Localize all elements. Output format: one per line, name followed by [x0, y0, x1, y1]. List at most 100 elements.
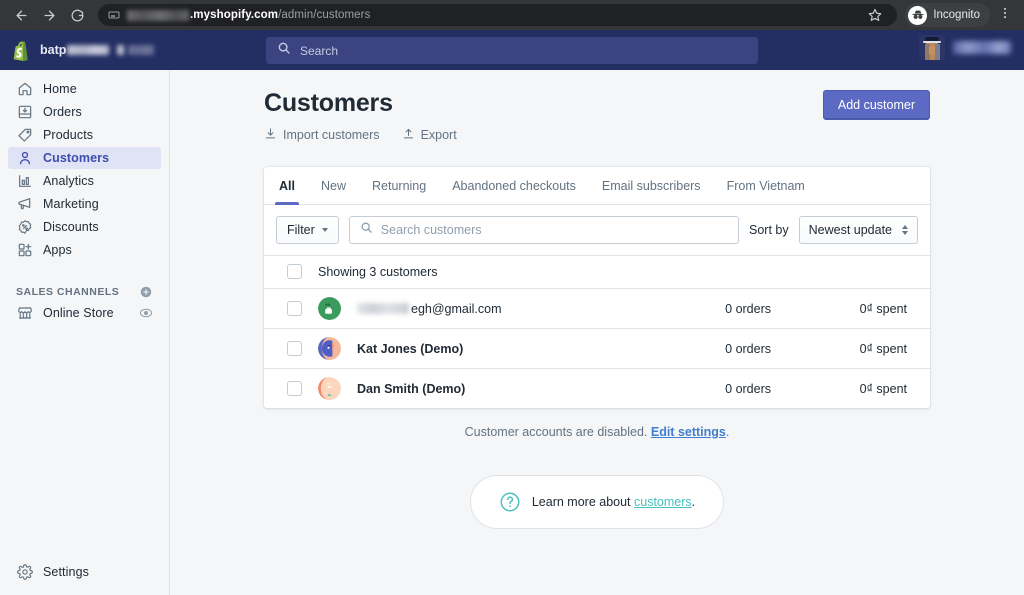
incognito-label: Incognito	[933, 9, 980, 21]
learn-more-prefix: Learn more about	[531, 495, 634, 509]
store-name-text: batp	[40, 43, 67, 57]
store-brand[interactable]: batp	[0, 30, 170, 70]
sidebar-item-online-store[interactable]: Online Store	[8, 302, 161, 324]
sidebar-item-label: Customers	[43, 151, 110, 165]
sidebar-item-label: Settings	[43, 565, 89, 579]
chevron-down-icon	[321, 228, 328, 232]
sidebar-item-label: Online Store	[43, 306, 114, 320]
sidebar-item-analytics[interactable]: Analytics	[8, 170, 161, 192]
question-circle-icon	[499, 491, 521, 513]
customer-accounts-note: Customer accounts are disabled. Edit set…	[264, 425, 930, 439]
page-header-left: Customers Import customers Export	[264, 88, 457, 143]
sidebar-item-orders[interactable]: Orders	[8, 101, 161, 123]
back-button[interactable]	[8, 2, 34, 28]
row-checkbox[interactable]	[287, 301, 302, 316]
search-customers-field[interactable]	[348, 216, 739, 244]
user-menu[interactable]	[919, 35, 1011, 60]
import-customers-button[interactable]: Import customers	[264, 127, 380, 143]
main-content: Customers Import customers Export Add cu…	[170, 70, 1024, 595]
sidebar-item-discounts[interactable]: Discounts	[8, 216, 161, 238]
sort-select[interactable]: Newest update	[798, 216, 918, 244]
sort-updown-icon	[902, 225, 908, 235]
page-secondary-actions: Import customers Export	[264, 127, 457, 143]
filter-button[interactable]: Filter	[276, 216, 339, 244]
discounts-percent-icon	[16, 219, 33, 236]
sales-channels-header: SALES CHANNELS	[8, 282, 161, 302]
edit-settings-link[interactable]: Edit settings	[651, 425, 726, 439]
global-search-input[interactable]: Search	[266, 37, 758, 64]
customer-name: Kat Jones (Demo)	[357, 341, 464, 356]
incognito-indicator[interactable]: Incognito	[905, 3, 990, 27]
customer-name: Dan Smith (Demo)	[357, 381, 466, 396]
learn-more-wrapper: Learn more about customers.	[264, 475, 930, 529]
store-name-redaction	[67, 45, 110, 55]
customer-name: egh@gmail.com	[357, 302, 643, 316]
row-checkbox[interactable]	[287, 381, 302, 396]
sidebar-item-marketing[interactable]: Marketing	[8, 193, 161, 215]
learn-more-suffix: .	[691, 495, 696, 509]
global-search-placeholder: Search	[300, 43, 339, 58]
url-domain: .myshopify.com	[190, 9, 279, 21]
kebab-menu-icon	[998, 6, 1012, 25]
sidebar-item-apps[interactable]: Apps	[8, 239, 161, 261]
incognito-icon	[908, 5, 928, 25]
customer-orders: 0 orders	[725, 301, 771, 316]
tab-new[interactable]: New	[308, 167, 359, 204]
browser-menu-button[interactable]	[994, 2, 1016, 28]
customer-orders: 0 orders	[725, 341, 771, 356]
home-icon	[16, 81, 33, 98]
customer-spent: 0₫ spent	[859, 301, 907, 316]
customer-name-text: egh@gmail.com	[411, 301, 502, 316]
sidebar-item-customers[interactable]: Customers	[8, 147, 161, 169]
eye-icon[interactable]	[139, 306, 153, 320]
customer-accounts-note-text: Customer accounts are disabled.	[464, 425, 648, 439]
add-customer-button[interactable]: Add customer	[822, 90, 930, 120]
table-row[interactable]: Dan Smith (Demo) 0 orders 0₫ spent	[264, 368, 930, 408]
customer-email-redaction	[357, 303, 409, 314]
bookmark-star-icon[interactable]	[863, 4, 887, 26]
tab-abandoned-checkouts[interactable]: Abandoned checkouts	[439, 167, 589, 204]
sidebar-item-home[interactable]: Home	[8, 78, 161, 100]
app-shell: Home Orders Products Customers Analytics	[0, 70, 1024, 595]
shopify-bag-logo	[12, 40, 31, 61]
sort-by-label: Sort by	[749, 223, 789, 237]
forward-button[interactable]	[36, 2, 62, 28]
search-icon	[360, 221, 373, 239]
accounts-note-period: .	[725, 425, 730, 439]
sales-channels-title: SALES CHANNELS	[16, 286, 120, 298]
tab-from-vietnam[interactable]: From Vietnam	[714, 167, 818, 204]
tab-email-subscribers[interactable]: Email subscribers	[589, 167, 714, 204]
sidebar-item-products[interactable]: Products	[8, 124, 161, 146]
upload-arrow-icon	[402, 127, 415, 143]
customers-link[interactable]: customers	[634, 495, 692, 509]
products-tag-icon	[16, 127, 33, 144]
back-arrow-icon	[14, 8, 29, 23]
export-button[interactable]: Export	[402, 127, 457, 143]
store-name-redaction-3	[128, 45, 155, 55]
table-row[interactable]: Kat Jones (Demo) 0 orders 0₫ spent	[264, 328, 930, 368]
plus-circle-icon[interactable]	[139, 285, 153, 299]
select-all-checkbox[interactable]	[287, 264, 302, 279]
search-icon	[277, 41, 291, 60]
storefront-icon	[16, 305, 33, 322]
store-name-redaction-2	[117, 45, 125, 55]
address-bar[interactable]: .myshopify.com/admin/customers	[98, 4, 898, 26]
table-row[interactable]: egh@gmail.com 0 orders 0₫ spent	[264, 288, 930, 328]
orders-inbox-icon	[16, 104, 33, 121]
import-customers-label: Import customers	[283, 128, 380, 142]
sidebar-item-settings[interactable]: Settings	[8, 561, 161, 583]
avatar	[919, 35, 945, 60]
sidebar: Home Orders Products Customers Analytics	[0, 70, 170, 595]
page-info-icon[interactable]	[108, 9, 120, 21]
sidebar-item-label: Home	[43, 82, 77, 96]
export-label: Export	[420, 128, 457, 142]
filter-label: Filter	[287, 223, 315, 237]
tab-returning[interactable]: Returning	[359, 167, 439, 204]
select-all-row: Showing 3 customers	[264, 255, 930, 288]
avatar	[318, 297, 341, 320]
reload-button[interactable]	[64, 2, 90, 28]
search-input[interactable]	[380, 223, 728, 237]
row-checkbox[interactable]	[287, 341, 302, 356]
tab-all[interactable]: All	[266, 167, 308, 205]
